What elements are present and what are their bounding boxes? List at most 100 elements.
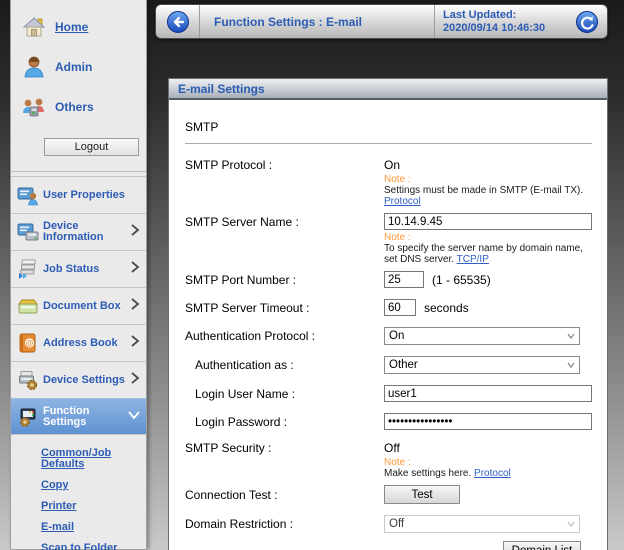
chevron-right-icon <box>129 223 141 242</box>
timeout-unit: seconds <box>424 301 469 315</box>
content-panel: E-mail Settings SMTP SMTP Protocol : On … <box>168 78 608 550</box>
field-label: SMTP Protocol : <box>185 158 384 172</box>
protocol-link[interactable]: Protocol <box>474 468 511 479</box>
domain-list-row: Domain List <box>185 541 592 550</box>
svg-text:@: @ <box>26 339 34 348</box>
smtp-form: SMTP Protocol : On Note : Settings must … <box>185 158 592 550</box>
smtp-timeout-input[interactable] <box>384 299 416 316</box>
refresh-segment <box>567 10 607 34</box>
chevron-right-icon <box>129 297 141 316</box>
field-label: SMTP Server Name : <box>185 215 384 229</box>
chevron-right-icon <box>129 260 141 279</box>
select-chevron-icon <box>563 328 579 344</box>
account-section: Home Admin <box>11 0 146 172</box>
smtp-protocol-value: On <box>384 158 400 172</box>
test-button[interactable]: Test <box>384 485 460 504</box>
domain-restriction-select[interactable]: Off <box>384 515 580 533</box>
sidebar-item-device-information[interactable]: Device Information <box>11 213 146 250</box>
field-smtp-protocol: SMTP Protocol : On <box>185 158 592 172</box>
sidebar-item-label: Address Book <box>43 338 129 349</box>
field-label: SMTP Port Number : <box>185 273 384 287</box>
submenu-item-email[interactable]: E-mail <box>41 522 142 533</box>
note-smtp-protocol: Note : Settings must be made in SMTP (E-… <box>384 174 592 207</box>
back-button-segment <box>156 5 200 38</box>
note-smtp-server: Note : To specify the server name by dom… <box>384 232 592 265</box>
note-text: Settings must be made in SMTP (E-mail TX… <box>384 185 592 196</box>
refresh-button[interactable] <box>575 10 599 34</box>
auth-protocol-select[interactable]: On <box>384 327 580 345</box>
chevron-down-icon <box>127 408 141 426</box>
note-text: To specify the server name by domain nam… <box>384 243 592 265</box>
home-icon <box>21 14 47 40</box>
field-auth-protocol: Authentication Protocol : On <box>185 327 592 345</box>
sidebar-item-device-settings[interactable]: Device Settings <box>11 361 146 398</box>
field-label: Connection Test : <box>185 488 384 502</box>
user-properties-icon <box>17 184 39 206</box>
last-updated: Last Updated: 2020/09/14 10:46:30 <box>434 5 567 38</box>
last-updated-label: Last Updated: <box>443 9 567 22</box>
field-label: Login User Name : <box>185 387 384 401</box>
protocol-link[interactable]: Protocol <box>384 196 421 207</box>
field-label: Authentication as : <box>185 358 384 372</box>
sidebar-item-address-book[interactable]: @ Address Book <box>11 324 146 361</box>
sidebar-item-label: Job Status <box>43 264 129 275</box>
chevron-right-icon <box>129 371 141 390</box>
submenu-item-common-job-defaults[interactable]: Common/Job Defaults <box>41 448 142 470</box>
document-box-icon <box>17 295 39 317</box>
field-label: Domain Restriction : <box>185 517 384 531</box>
field-label: SMTP Security : <box>185 441 384 455</box>
sidebar-item-label: Device Information <box>43 221 129 243</box>
login-user-input[interactable] <box>384 385 592 402</box>
device-settings-icon <box>17 369 39 391</box>
logout-button[interactable]: Logout <box>44 138 139 156</box>
field-smtp-security: SMTP Security : Off <box>185 441 592 455</box>
field-label: Login Password : <box>185 415 384 429</box>
smtp-server-name-input[interactable] <box>384 213 592 230</box>
sidebar-item-admin[interactable]: Admin <box>11 50 146 84</box>
sidebar-item-document-box[interactable]: Document Box <box>11 287 146 324</box>
note-title: Note : <box>384 174 592 185</box>
sidebar-item-home-label: Home <box>55 20 88 34</box>
sidebar-item-function-settings[interactable]: Function Settings <box>11 398 146 435</box>
device-information-icon <box>17 221 39 243</box>
sidebar: Home Admin <box>10 0 147 550</box>
select-chevron-icon <box>563 357 579 373</box>
field-domain-restriction: Domain Restriction : Off <box>185 515 592 533</box>
others-users-icon <box>21 94 47 120</box>
sidebar-item-job-status[interactable]: Job Status <box>11 250 146 287</box>
login-password-input[interactable] <box>384 413 592 430</box>
sidebar-item-home[interactable]: Home <box>11 10 146 44</box>
sidebar-item-label: Device Settings <box>43 375 129 386</box>
job-status-icon <box>17 258 39 280</box>
note-smtp-security: Note : Make settings here. Protocol <box>384 457 592 479</box>
chevron-right-icon <box>129 334 141 353</box>
auth-as-select[interactable]: Other <box>384 356 580 374</box>
sidebar-item-admin-label: Admin <box>55 60 92 74</box>
smtp-port-input[interactable] <box>384 271 424 288</box>
field-connection-test: Connection Test : Test <box>185 485 592 504</box>
submenu-item-scan-to-folder[interactable]: Scan to Folder <box>41 543 142 550</box>
tcpip-link[interactable]: TCP/IP <box>457 254 489 265</box>
last-updated-value: 2020/09/14 10:46:30 <box>443 22 567 35</box>
submenu-item-copy[interactable]: Copy <box>41 480 142 491</box>
note-text: Make settings here. Protocol <box>384 468 592 479</box>
domain-list-button[interactable]: Domain List <box>503 541 581 550</box>
field-login-user: Login User Name : <box>185 385 592 402</box>
note-title: Note : <box>384 232 592 243</box>
note-title: Note : <box>384 457 592 468</box>
sidebar-item-label: Document Box <box>43 301 129 312</box>
smtp-security-value: Off <box>384 441 400 455</box>
sidebar-menu: User Properties Device Information <box>11 176 146 435</box>
section-title: SMTP <box>185 120 592 134</box>
submenu-item-printer[interactable]: Printer <box>41 501 142 512</box>
port-range-hint: (1 - 65535) <box>432 273 491 287</box>
function-settings-submenu: Common/Job Defaults Copy Printer E-mail … <box>11 435 146 550</box>
panel-body: SMTP SMTP Protocol : On Note : Settings … <box>169 100 607 550</box>
field-label: Authentication Protocol : <box>185 329 384 343</box>
back-button[interactable] <box>166 10 190 34</box>
admin-user-icon <box>21 54 47 80</box>
sidebar-item-label: User Properties <box>43 190 141 201</box>
field-label: SMTP Server Timeout : <box>185 301 384 315</box>
sidebar-item-user-properties[interactable]: User Properties <box>11 176 146 213</box>
sidebar-item-others[interactable]: Others <box>11 90 146 124</box>
